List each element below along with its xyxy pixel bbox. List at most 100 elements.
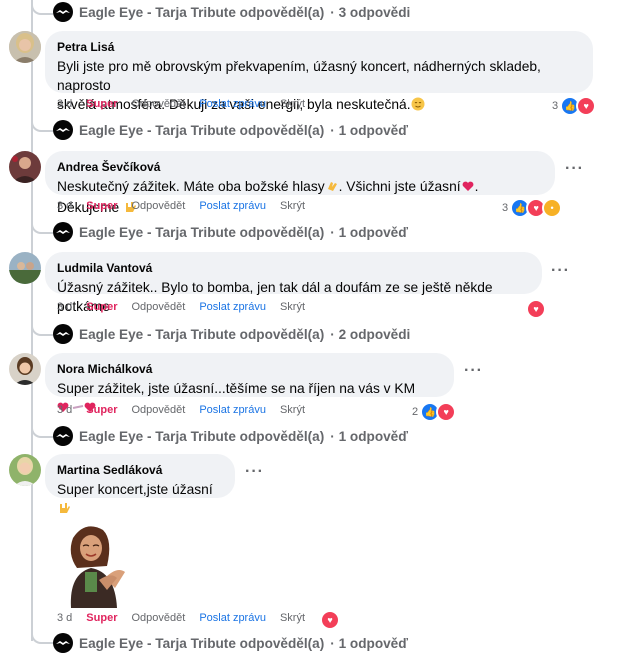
super-reaction-button[interactable]: Super xyxy=(86,200,117,212)
reaction-summary[interactable]: ♥ xyxy=(320,610,340,630)
reaction-count: 2 xyxy=(412,406,419,418)
send-message-button[interactable]: Poslat zprávu xyxy=(199,200,266,212)
reaction-count: 3 xyxy=(552,100,559,112)
reply-count: · 1 odpověď xyxy=(330,635,409,651)
send-message-button[interactable]: Poslat zprávu xyxy=(199,301,266,313)
comment-actions: 3 d Super Odpovědět Poslat zprávu Skrýt xyxy=(57,612,319,624)
eagle-eye-logo-icon xyxy=(53,633,73,653)
thread-connector xyxy=(31,0,53,15)
comment-author[interactable]: Nora Michálková xyxy=(57,361,442,377)
hide-button[interactable]: Skrýt xyxy=(280,98,305,110)
send-message-button[interactable]: Poslat zprávu xyxy=(199,98,266,110)
comment-actions: 3 d Super Odpovědět Poslat zprávu Skrýt xyxy=(57,98,319,110)
view-replies-link[interactable]: Eagle Eye - Tarja Tribute odpověděl(a) ·… xyxy=(53,426,408,446)
comment-text: Super koncert,jste úžasní xyxy=(57,480,223,520)
avatar-sticker[interactable] xyxy=(55,518,135,608)
thread-connector xyxy=(31,321,53,336)
send-message-button[interactable]: Poslat zprávu xyxy=(199,404,266,416)
reply-author: Eagle Eye - Tarja Tribute odpověděl(a) xyxy=(79,635,325,651)
reply-count: · 3 odpovědi xyxy=(330,4,411,20)
comment-actions: 3 d Super Odpovědět Poslat zprávu Skrýt xyxy=(57,404,319,416)
thread-connector xyxy=(31,219,53,234)
love-reaction-icon: ♥ xyxy=(436,402,457,422)
comment-age[interactable]: 3 d xyxy=(57,404,72,416)
reply-author: Eagle Eye - Tarja Tribute odpověděl(a) xyxy=(79,122,325,138)
reply-button[interactable]: Odpovědět xyxy=(131,404,185,416)
send-message-button[interactable]: Poslat zprávu xyxy=(199,612,266,624)
reaction-summary[interactable]: 3 👍 ♥ • xyxy=(502,198,563,218)
comment-line: . Všichni jste úžasní xyxy=(338,179,461,194)
hide-button[interactable]: Skrýt xyxy=(280,301,305,313)
avatar[interactable] xyxy=(9,252,41,284)
reply-button[interactable]: Odpovědět xyxy=(131,98,185,110)
comment-line: Super zážitek, jste úžasní...těšíme se n… xyxy=(57,381,416,396)
comment-bubble: Nora Michálková Super zážitek, jste úžas… xyxy=(45,353,454,412)
super-reaction-button[interactable]: Super xyxy=(86,98,117,110)
reaction-count: 3 xyxy=(502,202,509,214)
super-reaction-button[interactable]: Super xyxy=(86,612,117,624)
comment-actions: 3 d Super Odpovědět Poslat zprávu Skrýt xyxy=(57,301,319,313)
eagle-eye-logo-icon xyxy=(53,426,73,446)
comment-bubble: Petra Lisá Byli jste pro mě obrovským př… xyxy=(45,31,593,112)
avatar[interactable] xyxy=(9,151,41,183)
reply-author: Eagle Eye - Tarja Tribute odpověděl(a) xyxy=(79,428,325,444)
hide-button[interactable]: Skrýt xyxy=(280,200,305,212)
hide-button[interactable]: Skrýt xyxy=(280,404,305,416)
avatar[interactable] xyxy=(9,31,41,63)
comment-author[interactable]: Petra Lisá xyxy=(57,39,581,55)
reply-count: · 1 odpověď xyxy=(330,224,409,240)
eagle-eye-logo-icon xyxy=(53,222,73,242)
comment-age[interactable]: 3 d xyxy=(57,301,72,313)
more-options-button[interactable]: ··· xyxy=(551,262,570,280)
more-options-button[interactable]: ··· xyxy=(464,362,483,380)
thread-connector xyxy=(31,117,53,132)
reaction-summary[interactable]: ♥ xyxy=(526,299,546,319)
red-heart-emoji-icon xyxy=(461,179,475,198)
avatar[interactable] xyxy=(9,353,41,385)
care-reaction-icon: • xyxy=(542,198,563,218)
view-replies-link[interactable]: Eagle Eye - Tarja Tribute odpověděl(a) ·… xyxy=(53,633,408,653)
reply-author: Eagle Eye - Tarja Tribute odpověděl(a) xyxy=(79,224,325,240)
view-replies-link[interactable]: Eagle Eye - Tarja Tribute odpověděl(a) ·… xyxy=(53,120,408,140)
clapping-hands-emoji-icon xyxy=(325,179,339,198)
comment-age[interactable]: 3 d xyxy=(57,200,72,212)
view-replies-link[interactable]: Eagle Eye - Tarja Tribute odpověděl(a) ·… xyxy=(53,222,408,242)
love-reaction-icon: ♥ xyxy=(320,610,340,630)
relieved-emoji-icon xyxy=(411,97,425,116)
love-reaction-icon: ♥ xyxy=(576,96,597,116)
comment-author[interactable]: Ludmila Vantová xyxy=(57,260,530,276)
comment-author[interactable]: Andrea Ševčíková xyxy=(57,159,543,175)
eagle-eye-logo-icon xyxy=(53,324,73,344)
view-replies-link[interactable]: Eagle Eye - Tarja Tribute odpověděl(a) ·… xyxy=(53,324,410,344)
comment-line: Super koncert,jste úžasní xyxy=(57,482,213,497)
eagle-eye-logo-icon xyxy=(53,120,73,140)
more-options-button[interactable]: ··· xyxy=(565,160,584,178)
reply-count: · 1 odpověď xyxy=(330,122,409,138)
comment-bubble: Ludmila Vantová Úžasný zážitek.. Bylo to… xyxy=(45,252,542,314)
comment-line: Byli jste pro mě obrovským překvapením, … xyxy=(57,59,541,93)
hide-button[interactable]: Skrýt xyxy=(280,612,305,624)
thread-connector xyxy=(31,629,53,644)
reply-author: Eagle Eye - Tarja Tribute odpověděl(a) xyxy=(79,4,325,20)
reaction-summary[interactable]: 2 👍 ♥ xyxy=(412,402,457,422)
reply-button[interactable]: Odpovědět xyxy=(131,612,185,624)
thread-connector xyxy=(31,423,53,438)
comment-text: Neskutečný zážitek. Máte oba božské hlas… xyxy=(57,177,543,219)
view-replies-link[interactable]: Eagle Eye - Tarja Tribute odpověděl(a) ·… xyxy=(53,2,410,22)
reply-count: · 1 odpověď xyxy=(330,428,409,444)
comment-age[interactable]: 3 d xyxy=(57,612,72,624)
reply-button[interactable]: Odpovědět xyxy=(131,301,185,313)
super-reaction-button[interactable]: Super xyxy=(86,404,117,416)
super-reaction-button[interactable]: Super xyxy=(86,301,117,313)
comment-age[interactable]: 3 d xyxy=(57,98,72,110)
more-options-button[interactable]: ··· xyxy=(245,463,264,481)
reply-count: · 2 odpovědi xyxy=(330,326,411,342)
reply-button[interactable]: Odpovědět xyxy=(131,200,185,212)
comment-actions: 3 d Super Odpovědět Poslat zprávu Skrýt xyxy=(57,200,319,212)
reaction-summary[interactable]: 3 👍 ♥ xyxy=(552,96,597,116)
comment-author[interactable]: Martina Sedláková xyxy=(57,462,223,478)
avatar[interactable] xyxy=(9,454,41,486)
comment-bubble: Martina Sedláková Super koncert,jste úža… xyxy=(45,454,235,513)
comment-line: Neskutečný zážitek. Máte oba božské hlas… xyxy=(57,179,325,194)
comment-bubble: Andrea Ševčíková Neskutečný zážitek. Mát… xyxy=(45,151,555,215)
